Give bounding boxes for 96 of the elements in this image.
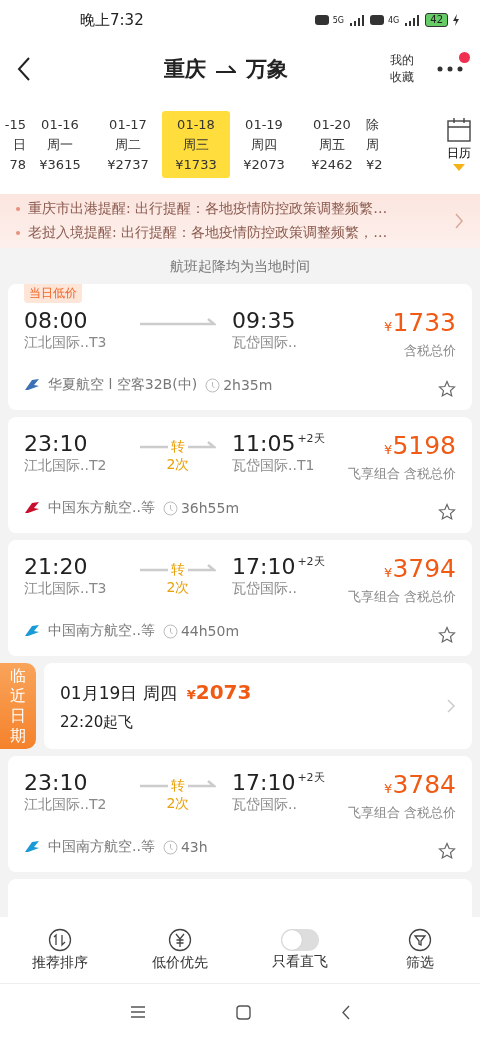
hd-icon: [314, 15, 329, 25]
bottom-bar-button[interactable]: 筛选: [370, 928, 470, 972]
low-price-tag: 当日低价: [24, 284, 82, 303]
date-tab[interactable]: -15 日 78: [0, 110, 26, 178]
calendar-icon: [446, 117, 472, 143]
chevron-right-icon: [446, 698, 456, 714]
star-icon[interactable]: [438, 503, 456, 521]
toggle-switch[interactable]: [281, 929, 319, 951]
departure-time: 23:10: [24, 431, 89, 457]
price: 3794: [392, 554, 456, 584]
travel-notice[interactable]: 重庆市出港提醒: 出行提醒：各地疫情防控政策调整频繁…: [28, 200, 388, 218]
date-tab[interactable]: 01-17 周二 ¥2737: [94, 110, 162, 178]
caret-icon: [453, 164, 465, 171]
departure-time: 23:10: [24, 770, 89, 796]
bottom-bar-button[interactable]: 低价优先: [130, 928, 230, 972]
date-tab[interactable]: 01-20 周五 ¥2462: [298, 110, 366, 178]
departure-airport: 江北国际..T3: [24, 580, 108, 598]
arrival-time: 11:05: [232, 431, 296, 457]
star-icon[interactable]: [438, 626, 456, 644]
clock-icon: [162, 500, 178, 516]
departure-time: 21:20: [24, 554, 89, 580]
arrival-airport: 瓦岱国际..: [232, 334, 298, 352]
currency-sign: ¥: [186, 687, 196, 702]
star-icon[interactable]: [438, 842, 456, 860]
hd-icon: [369, 15, 384, 25]
arrival-airport: 瓦岱国际..: [232, 580, 298, 598]
nearby-dates-label: 临近日期: [0, 663, 36, 749]
sort-icon: [48, 928, 72, 952]
departure-time: 22:20起飞: [60, 713, 135, 732]
day-offset: +2天: [297, 431, 325, 446]
arrival-airport: 瓦岱国际..T1: [232, 457, 316, 475]
date-tab[interactable]: 除 周 ¥2: [366, 110, 398, 178]
date-tab[interactable]: 01-18 周三 ¥1733: [162, 110, 230, 178]
clock-icon: [162, 623, 178, 639]
arrival-time: 17:10: [232, 554, 296, 580]
destination-city: 万象: [246, 56, 288, 83]
date-tab[interactable]: 01-19 周四 ¥2073: [230, 110, 298, 178]
price: 2073: [195, 680, 252, 704]
chevron-right-icon: [454, 212, 464, 230]
network-label: 4G: [387, 15, 400, 25]
favorites-button[interactable]: 我的收藏: [390, 52, 414, 86]
airline-name: 华夏航空 l 空客32B(中): [48, 376, 198, 394]
airline-name: 中国南方航空..等: [48, 838, 155, 856]
currency-sign: ¥: [384, 781, 393, 796]
duration: 43h: [180, 839, 208, 855]
price-note: 含税总价: [404, 342, 456, 360]
duration: 44h50m: [180, 623, 240, 639]
price: 3784: [392, 770, 456, 800]
transfer-label: 转: [168, 437, 188, 455]
departure-time: 08:00: [24, 308, 89, 334]
date-tab[interactable]: 01-16 周一 ¥3615: [26, 110, 94, 178]
charging-icon: [452, 14, 460, 26]
signal-icon: [403, 14, 422, 26]
day-offset: +2天: [297, 554, 325, 569]
currency-sign: ¥: [384, 319, 393, 334]
arrival-airport: 瓦岱国际..: [232, 796, 298, 814]
currency-sign: ¥: [384, 442, 393, 457]
day-offset: +2天: [297, 770, 325, 785]
back-icon[interactable]: [16, 56, 32, 82]
travel-notice[interactable]: 老挝入境提醒: 出行提醒：各地疫情防控政策调整频繁，…: [28, 224, 388, 242]
filter-icon: [408, 928, 432, 952]
battery-level: 42: [425, 13, 448, 27]
departure-airport: 江北国际..T3: [24, 334, 108, 352]
yen-icon: [168, 928, 192, 952]
signal-icon: [347, 14, 366, 26]
currency-sign: ¥: [384, 565, 393, 580]
price-note: 飞享组合 含税总价: [347, 465, 456, 483]
departure-airport: 江北国际..T2: [24, 796, 108, 814]
nearby-date: 01月19日 周四: [60, 682, 177, 705]
transfer-label: 转: [168, 776, 188, 794]
price-note: 飞享组合 含税总价: [347, 588, 456, 606]
transfer-label: 转: [168, 560, 188, 578]
duration: 2h35m: [223, 377, 273, 393]
star-icon[interactable]: [438, 380, 456, 398]
back-icon[interactable]: [340, 1004, 351, 1020]
menu-icon[interactable]: [129, 1005, 146, 1019]
price: 1733: [392, 308, 456, 338]
nearby-date-card[interactable]: 01月19日 周四 ¥2073 22:20起飞: [44, 663, 472, 749]
departure-airport: 江北国际..T2: [24, 457, 108, 475]
network-label: 5G: [332, 15, 344, 25]
bottom-bar-button[interactable]: 只看直飞: [250, 929, 350, 971]
clock-icon: [205, 377, 221, 393]
airline-name: 中国南方航空..等: [48, 622, 155, 640]
duration: 36h55m: [180, 500, 240, 516]
local-time-note: 航班起降均为当地时间: [169, 257, 311, 276]
arrival-time: 17:10: [232, 770, 296, 796]
status-time: 晚上7:32: [80, 10, 145, 30]
flight-card[interactable]: 当日低价 08:00 江北国际..T3 09:35 瓦岱国际.. ¥1733 含税总价 华夏航空 l 空客32B(中) 2h35m: [8, 284, 472, 410]
price-note: 飞享组合 含税总价: [347, 804, 456, 822]
origin-city: 重庆: [164, 56, 206, 83]
clock-icon: [162, 839, 178, 855]
home-icon[interactable]: [235, 1004, 251, 1020]
arrival-time: 09:35: [232, 308, 296, 334]
bottom-bar-button[interactable]: 推荐排序: [10, 928, 110, 972]
airline-name: 中国东方航空..等: [48, 499, 155, 517]
price: 5198: [392, 431, 456, 461]
